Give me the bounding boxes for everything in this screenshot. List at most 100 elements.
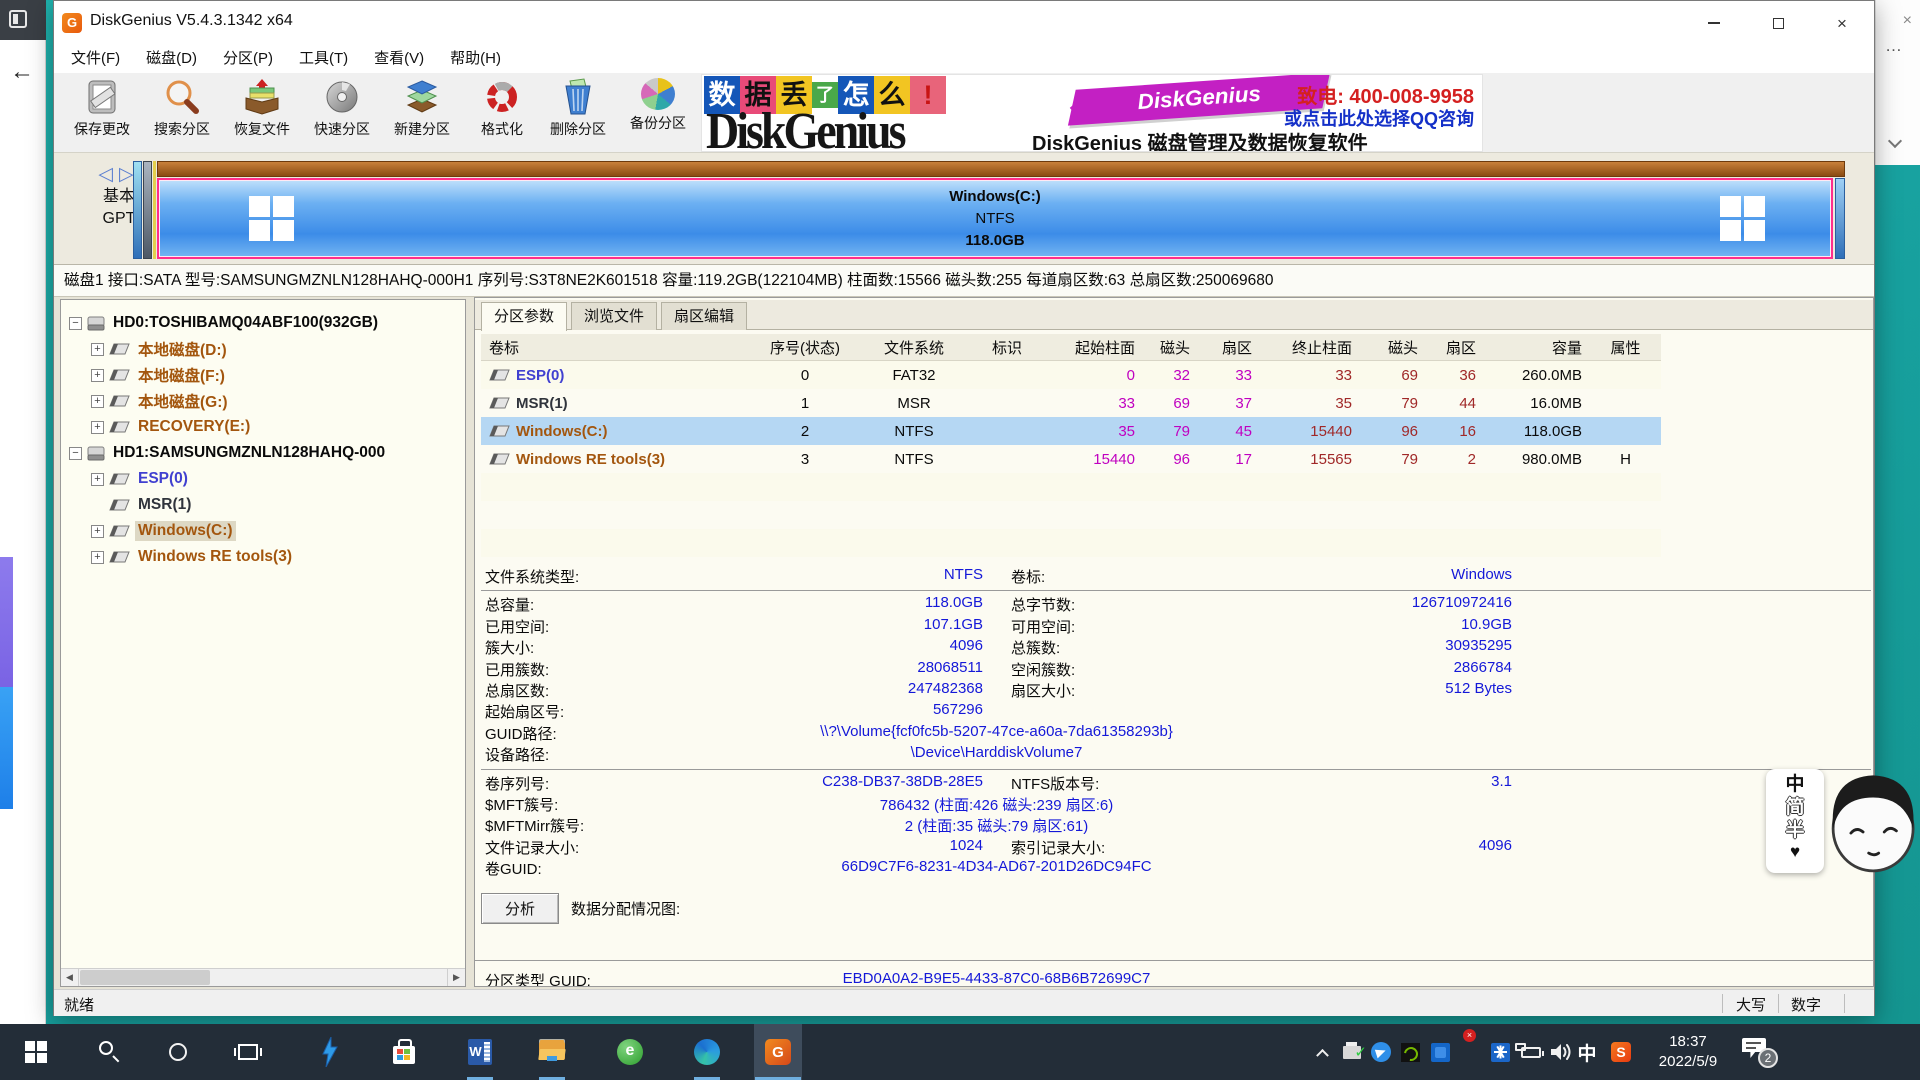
recover-files-button[interactable]: 恢复文件 — [222, 76, 302, 150]
tray-messenger[interactable] — [1366, 1024, 1396, 1080]
column-header[interactable]: 文件系统 — [861, 337, 967, 358]
tree-item--g-[interactable]: +本地磁盘(G:) — [61, 388, 465, 414]
partition-segment-esp[interactable] — [133, 161, 142, 259]
start-button[interactable] — [12, 1024, 60, 1080]
partition-segment-re-tools[interactable] — [1835, 178, 1845, 259]
tab-partition-params[interactable]: 分区参数 — [481, 302, 567, 331]
prev-disk-icon[interactable]: ◁ — [98, 164, 119, 185]
tree-horizontal-scrollbar[interactable]: ◀ ▶ — [61, 968, 465, 986]
detail-label: 索引记录大小: — [1011, 837, 1105, 858]
tray-intel-graphics[interactable] — [1425, 1024, 1455, 1080]
volume-details: 文件系统类型:NTFS卷标:Windows总容量:118.0GB总字节数:126… — [481, 566, 1871, 879]
overflow-menu-icon[interactable]: … — [1885, 36, 1903, 56]
column-header[interactable]: 磁头 — [1143, 337, 1198, 358]
tree-item-hd1-samsungmznln128hahq-000[interactable]: −HD1:SAMSUNGMZNLN128HAHQ-000 — [61, 440, 465, 466]
ad-banner[interactable]: 数据丢了怎么! DiskGenius DiskGenius 致电: 400-00… — [701, 74, 1483, 152]
expand-icon[interactable]: + — [91, 343, 104, 356]
search-partition-button[interactable]: 搜索分区 — [142, 76, 222, 150]
tray-security[interactable]: × — [1454, 1024, 1484, 1080]
taskbar-app-edge[interactable] — [683, 1024, 731, 1080]
chevron-down-icon[interactable] — [1888, 134, 1902, 148]
tree-item-msr-1-[interactable]: +MSR(1) — [61, 492, 465, 518]
tray-printer[interactable]: ✓ — [1337, 1024, 1367, 1080]
menu-partition[interactable]: 分区(P) — [210, 47, 286, 71]
taskbar-app-diskgenius[interactable]: G — [754, 1024, 802, 1080]
menu-file[interactable]: 文件(F) — [58, 47, 133, 71]
tree-item-windows-re-tools-3-[interactable]: +Windows RE tools(3) — [61, 544, 465, 570]
expand-icon[interactable]: + — [91, 525, 104, 538]
menu-view[interactable]: 查看(V) — [361, 47, 437, 71]
background-close-icon[interactable]: × — [1903, 12, 1912, 30]
partition-segment-windows-c[interactable]: Windows(C:) NTFS 118.0GB — [157, 178, 1833, 259]
taskbar-app-store[interactable] — [380, 1024, 428, 1080]
expand-icon[interactable]: + — [91, 369, 104, 382]
column-header[interactable]: 序号(状态) — [749, 337, 861, 358]
column-header[interactable]: 起始柱面 — [1047, 337, 1143, 358]
new-partition-button[interactable]: 新建分区 — [382, 76, 462, 150]
taskbar-app-explorer[interactable] — [528, 1024, 576, 1080]
tray-sogou[interactable]: S — [1606, 1024, 1636, 1080]
ime-card[interactable]: 中 简 半 ♥ — [1766, 769, 1824, 873]
partition-segment-msr[interactable] — [143, 161, 152, 259]
collapse-icon[interactable]: − — [69, 317, 82, 330]
taskbar-clock[interactable]: 18:37 2022/5/9 — [1648, 1032, 1728, 1072]
tray-ime-indicator[interactable]: 中 — [1572, 1024, 1602, 1080]
notification-center-button[interactable]: 2 — [1742, 1038, 1768, 1060]
green-browser-icon: e — [617, 1039, 643, 1065]
expand-icon[interactable]: + — [91, 421, 104, 434]
menu-tools[interactable]: 工具(T) — [286, 47, 361, 71]
taskbar-app-flash[interactable] — [306, 1024, 354, 1080]
tray-expand-button[interactable] — [1307, 1024, 1337, 1080]
tab-sector-edit[interactable]: 扇区编辑 — [661, 302, 747, 330]
taskbar-search-button[interactable] — [86, 1024, 134, 1080]
table-row-esp-0-[interactable]: ESP(0)0FAT3203233336936260.0MB — [481, 361, 1661, 389]
save-changes-button[interactable]: 保存更改 — [62, 76, 142, 150]
collapse-icon[interactable]: − — [69, 447, 82, 460]
maximize-button[interactable] — [1746, 1, 1810, 45]
taskbar-app-browser[interactable]: e — [606, 1024, 654, 1080]
column-header[interactable]: 磁头 — [1360, 337, 1426, 358]
tray-power[interactable] — [1516, 1024, 1546, 1080]
table-row-windows-re-tools-3-[interactable]: Windows RE tools(3)3NTFS1544096171556579… — [481, 445, 1661, 473]
column-header[interactable]: 属性 — [1590, 337, 1661, 358]
tree-item-hd0-toshibamq04abf100-932gb-[interactable]: −HD0:TOSHIBAMQ04ABF100(932GB) — [61, 310, 465, 336]
tree-item-windows-c-[interactable]: +Windows(C:) — [61, 518, 465, 544]
task-view-button[interactable] — [224, 1024, 272, 1080]
tree-item--d-[interactable]: +本地磁盘(D:) — [61, 336, 465, 362]
column-header[interactable]: 容量 — [1484, 337, 1590, 358]
tab-browse-files[interactable]: 浏览文件 — [571, 302, 657, 330]
taskbar-app-word[interactable]: W — [456, 1024, 504, 1080]
tool-label: 新建分区 — [394, 119, 450, 139]
scroll-right-icon[interactable]: ▶ — [447, 969, 465, 986]
format-button[interactable]: 格式化 — [462, 76, 542, 150]
back-arrow-icon[interactable]: ← — [10, 58, 34, 86]
table-row-windows-c-[interactable]: Windows(C:)2NTFS357945154409616118.0GB — [481, 417, 1661, 445]
tree-item-esp-0-[interactable]: +ESP(0) — [61, 466, 465, 492]
column-header[interactable]: 卷标 — [481, 337, 749, 358]
tree-item-recovery-e-[interactable]: +RECOVERY(E:) — [61, 414, 465, 440]
tray-freeze-tool[interactable] — [1485, 1024, 1515, 1080]
column-header[interactable]: 标识 — [967, 337, 1047, 358]
analyze-button[interactable]: 分析 — [481, 893, 559, 924]
menu-disk[interactable]: 磁盘(D) — [133, 47, 210, 71]
tray-nvidia[interactable] — [1395, 1024, 1425, 1080]
delete-partition-button[interactable]: 删除分区 — [538, 76, 618, 150]
expand-icon[interactable]: + — [91, 395, 104, 408]
table-row-msr-1-[interactable]: MSR(1)1MSR33693735794416.0MB — [481, 389, 1661, 417]
scroll-left-icon[interactable]: ◀ — [61, 969, 79, 986]
cortana-button[interactable] — [154, 1024, 202, 1080]
backup-partition-button[interactable]: 备份分区 — [618, 76, 698, 150]
detail-row: 文件系统类型:NTFS卷标:Windows — [481, 566, 1871, 587]
expand-icon[interactable]: + — [91, 551, 104, 564]
column-header[interactable]: 扇区 — [1198, 337, 1260, 358]
column-header[interactable]: 扇区 — [1426, 337, 1484, 358]
column-header[interactable]: 终止柱面 — [1260, 337, 1360, 358]
minimize-button[interactable] — [1682, 1, 1746, 45]
expand-icon[interactable]: + — [91, 473, 104, 486]
menu-help[interactable]: 帮助(H) — [437, 47, 514, 71]
close-button[interactable]: × — [1810, 1, 1874, 45]
quick-partition-button[interactable]: 快速分区 — [302, 76, 382, 150]
scrollbar-thumb[interactable] — [80, 970, 210, 985]
tree-item--f-[interactable]: +本地磁盘(F:) — [61, 362, 465, 388]
detail-label: 已用空间: — [485, 616, 549, 637]
